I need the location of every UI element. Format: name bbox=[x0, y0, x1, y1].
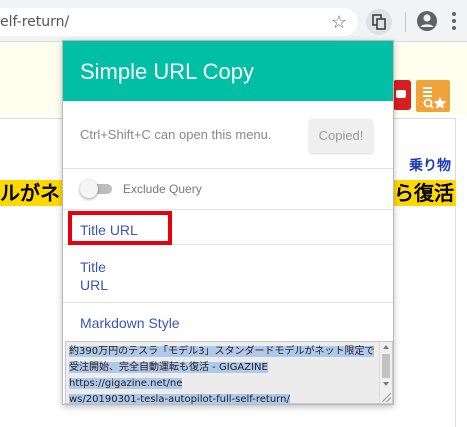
copied-button[interactable]: Copied! bbox=[309, 119, 373, 153]
menu-item-label-line2: URL bbox=[80, 277, 109, 293]
menu-item-title-url[interactable]: Title URL bbox=[63, 210, 393, 245]
menu-item-markdown[interactable]: Markdown Style bbox=[63, 304, 393, 340]
scroll-up-icon[interactable] bbox=[383, 345, 389, 349]
output-text[interactable]: 約390万円のテスラ「モデル3」スタンダードモデルがネット限定で 受注開始、完全… bbox=[69, 344, 375, 405]
address-bar[interactable]: elf-return/ ☆ bbox=[0, 8, 358, 36]
exclude-query-label: Exclude Query bbox=[123, 182, 202, 196]
category-link[interactable]: 乗り物 bbox=[409, 155, 451, 175]
output-line: 約390万円のテスラ「モデル3」スタンダードモデルがネット限定で bbox=[69, 346, 375, 357]
popup-title: Simple URL Copy bbox=[80, 59, 255, 84]
output-textarea[interactable]: 約390万円のテスラ「モデル3」スタンダードモデルがネット限定で 受注開始、完全… bbox=[65, 341, 393, 404]
video-icon[interactable] bbox=[393, 80, 411, 110]
scroll-down-icon[interactable] bbox=[383, 382, 389, 386]
account-icon[interactable] bbox=[416, 10, 438, 32]
star-icon[interactable]: ☆ bbox=[329, 12, 349, 32]
copy-extension-icon[interactable] bbox=[366, 9, 392, 35]
menu-item-title-newline-url[interactable]: Title URL bbox=[63, 246, 393, 303]
popup-header: Simple URL Copy bbox=[63, 41, 393, 101]
extension-popup: Simple URL Copy Ctrl+Shift+C can open th… bbox=[62, 40, 394, 405]
output-line: 受注開始、完全自動運転も復活 - GIGAZINE https://gigazi… bbox=[69, 362, 268, 389]
url-text[interactable]: elf-return/ bbox=[0, 14, 69, 30]
highlight-box bbox=[68, 211, 172, 245]
exclude-query-toggle[interactable] bbox=[80, 180, 114, 198]
output-line: ws/20190301-tesla-autopilot-full-self-re… bbox=[69, 394, 290, 405]
scroll-thumb[interactable] bbox=[382, 354, 390, 378]
headline-fragment-right[interactable]: ら復活 bbox=[392, 180, 456, 206]
exclude-query-row: Exclude Query bbox=[63, 170, 393, 210]
shortcut-hint: Ctrl+Shift+C can open this menu. bbox=[80, 127, 272, 142]
search-star-icon[interactable] bbox=[416, 80, 450, 112]
menu-item-label: Markdown Style bbox=[80, 315, 180, 331]
page-sidebar-border bbox=[455, 118, 456, 427]
shortcut-row: Ctrl+Shift+C can open this menu. Copied! bbox=[63, 101, 393, 169]
toolbar-divider bbox=[405, 12, 406, 32]
menu-item-label-line1: Title bbox=[80, 259, 106, 275]
browser-toolbar: elf-return/ ☆ bbox=[0, 0, 467, 42]
resize-grip-icon[interactable] bbox=[382, 393, 391, 402]
more-menu-icon[interactable] bbox=[451, 12, 457, 32]
